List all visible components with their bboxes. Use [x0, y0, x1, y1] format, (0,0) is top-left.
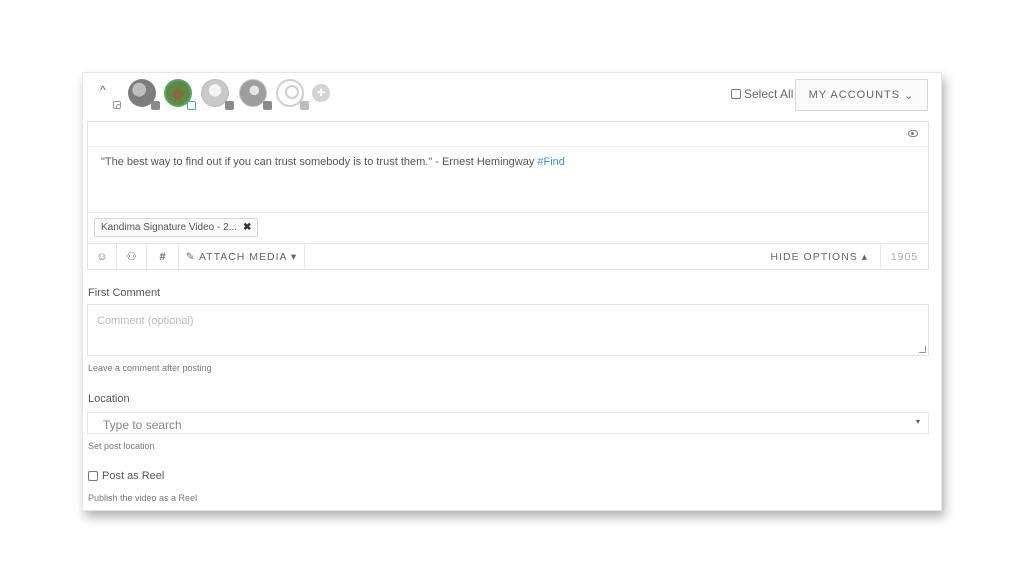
attached-media-row: Kandima Signature Video - 2... ✖ [88, 212, 928, 243]
media-chip: Kandima Signature Video - 2... ✖ [94, 218, 259, 237]
first-comment-help: Leave a comment after posting [88, 363, 212, 373]
linkedin-badge-icon [263, 101, 272, 110]
instagram-badge-icon [187, 101, 196, 110]
editor-toolbar: ☺ ⚇ # ✎ ATTACH MEDIA ▾ HIDE OPTIONS ▴ 19… [88, 243, 928, 269]
remove-media-icon[interactable]: ✖ [243, 222, 251, 233]
post-as-reel-help: Publish the video as a Reel [88, 493, 198, 503]
ai-assistant-icon[interactable]: ⚇ [117, 244, 147, 269]
first-comment-label: First Comment [88, 287, 161, 299]
location-help: Set post location [88, 441, 155, 451]
resize-handle-icon[interactable] [919, 346, 926, 353]
my-accounts-label: MY ACCOUNTS [808, 89, 901, 101]
post-as-reel-toggle[interactable]: Post as Reel [88, 470, 164, 482]
location-label: Location [88, 393, 130, 405]
attach-media-button[interactable]: ✎ ATTACH MEDIA ▾ [179, 244, 305, 269]
google-business-badge-icon [300, 101, 309, 110]
preview-eye-icon[interactable] [908, 130, 918, 137]
chevron-down-icon: ⌄ [904, 89, 915, 102]
collapse-caret-icon[interactable]: ^ [100, 83, 106, 97]
select-all-toggle[interactable]: Select All [731, 86, 793, 102]
facebook-badge-icon [225, 101, 234, 110]
location-placeholder: Type to search [103, 418, 182, 432]
account-selector-row: ^ + Select All MY ACCOUNTS ⌄ [83, 73, 941, 119]
my-accounts-button[interactable]: MY ACCOUNTS ⌄ [795, 79, 928, 111]
post-editor[interactable]: "The best way to find out if you can tru… [87, 121, 929, 270]
hashtag-icon[interactable]: # [147, 244, 179, 269]
post-body-text: "The best way to find out if you can tru… [101, 156, 538, 168]
post-text[interactable]: "The best way to find out if you can tru… [101, 156, 565, 168]
hashtag-link[interactable]: #Find [537, 156, 565, 168]
hide-options-button[interactable]: HIDE OPTIONS ▴ [761, 244, 878, 269]
select-all-checkbox[interactable] [731, 89, 741, 99]
character-count: 1905 [880, 244, 928, 269]
caret-down-icon: ▾ [915, 417, 920, 426]
editor-header [88, 122, 928, 147]
add-account-icon[interactable]: + [312, 84, 330, 102]
post-as-reel-label: Post as Reel [102, 470, 165, 482]
emoji-icon[interactable]: ☺ [88, 244, 117, 269]
location-search-select[interactable]: Type to search ▾ [87, 412, 929, 434]
media-chip-label: Kandima Signature Video - 2... [101, 222, 238, 233]
post-composer-card: ^ + Select All MY ACCOUNTS ⌄ "The best w… [82, 72, 942, 511]
post-as-reel-checkbox[interactable] [88, 471, 98, 481]
twitter-badge-icon [151, 101, 160, 110]
instagram-icon [113, 101, 121, 109]
first-comment-input[interactable]: Comment (optional) [87, 304, 929, 356]
select-all-label: Select All [744, 87, 794, 101]
first-comment-placeholder: Comment (optional) [97, 315, 194, 327]
